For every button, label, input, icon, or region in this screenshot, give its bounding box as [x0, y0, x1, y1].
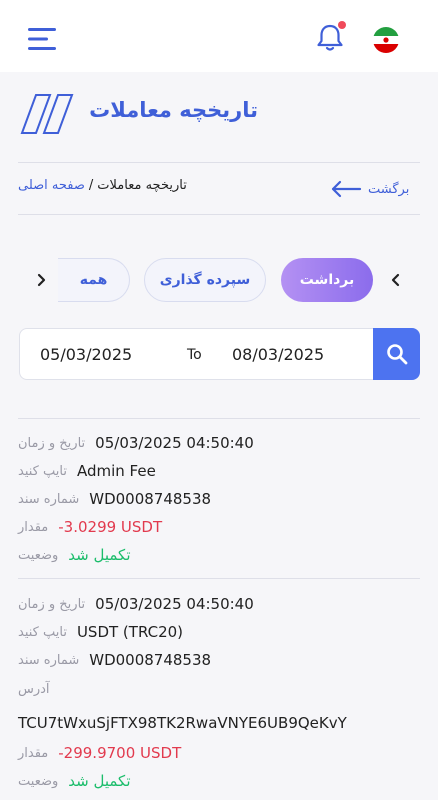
record-datetime-row: تاریخ و زمان 05/03/2025 04:50:40: [18, 592, 254, 616]
date-to-field[interactable]: 08/03/2025: [232, 345, 324, 364]
type-value: USDT (TRC20): [76, 623, 184, 641]
breadcrumb-home-link[interactable]: صفحه اصلی: [18, 178, 85, 193]
datetime-value: 05/03/2025 04:50:40: [95, 434, 254, 452]
bell-icon[interactable]: [314, 20, 348, 54]
datetime-label: تاریخ و زمان: [18, 596, 86, 612]
amount-value: -299.9700 USDT: [58, 744, 182, 762]
tab-deposit[interactable]: سپرده گذاری: [144, 258, 266, 302]
record-datetime-row: تاریخ و زمان 05/03/2025 04:50:40: [18, 431, 254, 455]
status-label: وضعیت: [18, 547, 59, 563]
record-docno-row: شماره سند WD0008748538: [18, 487, 211, 511]
amount-label: مقدار: [18, 519, 49, 535]
iran-flag-icon[interactable]: [373, 27, 399, 53]
chevron-left-icon[interactable]: [33, 270, 49, 290]
arrow-left-icon: [331, 180, 362, 198]
datetime-label: تاریخ و زمان: [18, 435, 86, 451]
breadcrumb: تاریخچه معاملات/صفحه اصلی: [18, 178, 187, 200]
doc-no-value: WD0008748538: [89, 490, 212, 508]
doc-no-label: شماره سند: [18, 491, 80, 507]
divider: [18, 418, 420, 419]
type-value: Admin Fee: [76, 462, 156, 480]
date-range-filter: 05/03/2025 To 08/03/2025: [19, 328, 420, 380]
divider: [18, 578, 420, 579]
record-address-row: آدرس: [18, 677, 60, 701]
doc-no-label: شماره سند: [18, 652, 80, 668]
tab-withdrawal[interactable]: برداشت: [281, 258, 373, 302]
back-button[interactable]: برگشت: [330, 177, 414, 201]
search-icon: [387, 344, 408, 365]
type-label: تایپ کنید: [18, 463, 67, 479]
status-badge: تکمیل شد: [68, 546, 131, 564]
record-status-row: وضعیت تکمیل شد: [18, 543, 131, 567]
type-label: تایپ کنید: [18, 624, 67, 640]
datetime-value: 05/03/2025 04:50:40: [95, 595, 254, 613]
status-badge: تکمیل شد: [68, 772, 131, 790]
divider: [18, 214, 420, 215]
date-from-field[interactable]: 05/03/2025: [40, 345, 132, 364]
status-label: وضعیت: [18, 773, 59, 789]
amount-label: مقدار: [18, 745, 49, 761]
record-amount-row: مقدار -3.0299 USDT: [18, 515, 162, 539]
date-to-label: To: [187, 347, 202, 363]
breadcrumb-current: تاریخچه معاملات: [97, 178, 187, 193]
record-type-row: تایپ کنید USDT (TRC20): [18, 620, 183, 644]
breadcrumb-separator: /: [88, 178, 94, 193]
doc-no-value: WD0008748538: [89, 651, 212, 669]
slash-decoration-icon: [20, 94, 74, 134]
record-type-row: تایپ کنید Admin Fee: [18, 459, 156, 483]
divider: [18, 162, 420, 163]
record-status-row: وضعیت تکمیل شد: [18, 769, 131, 793]
page-title: تاریخچه معاملات: [89, 98, 258, 122]
notification-dot: [338, 21, 346, 29]
tab-all[interactable]: همه: [58, 258, 130, 302]
hamburger-menu-icon[interactable]: [28, 27, 56, 51]
search-button[interactable]: [373, 328, 420, 380]
record-docno-row: شماره سند WD0008748538: [18, 648, 211, 672]
back-label: برگشت: [368, 181, 410, 197]
address-label: آدرس: [18, 681, 50, 697]
amount-value: -3.0299 USDT: [58, 518, 163, 536]
address-value: TCU7tWxuSjFTX98TK2RwaVNYE6UB9QeKvY: [18, 714, 347, 732]
record-amount-row: مقدار -299.9700 USDT: [18, 741, 181, 765]
top-bar: [0, 0, 438, 72]
chevron-left-icon[interactable]: [388, 270, 404, 290]
